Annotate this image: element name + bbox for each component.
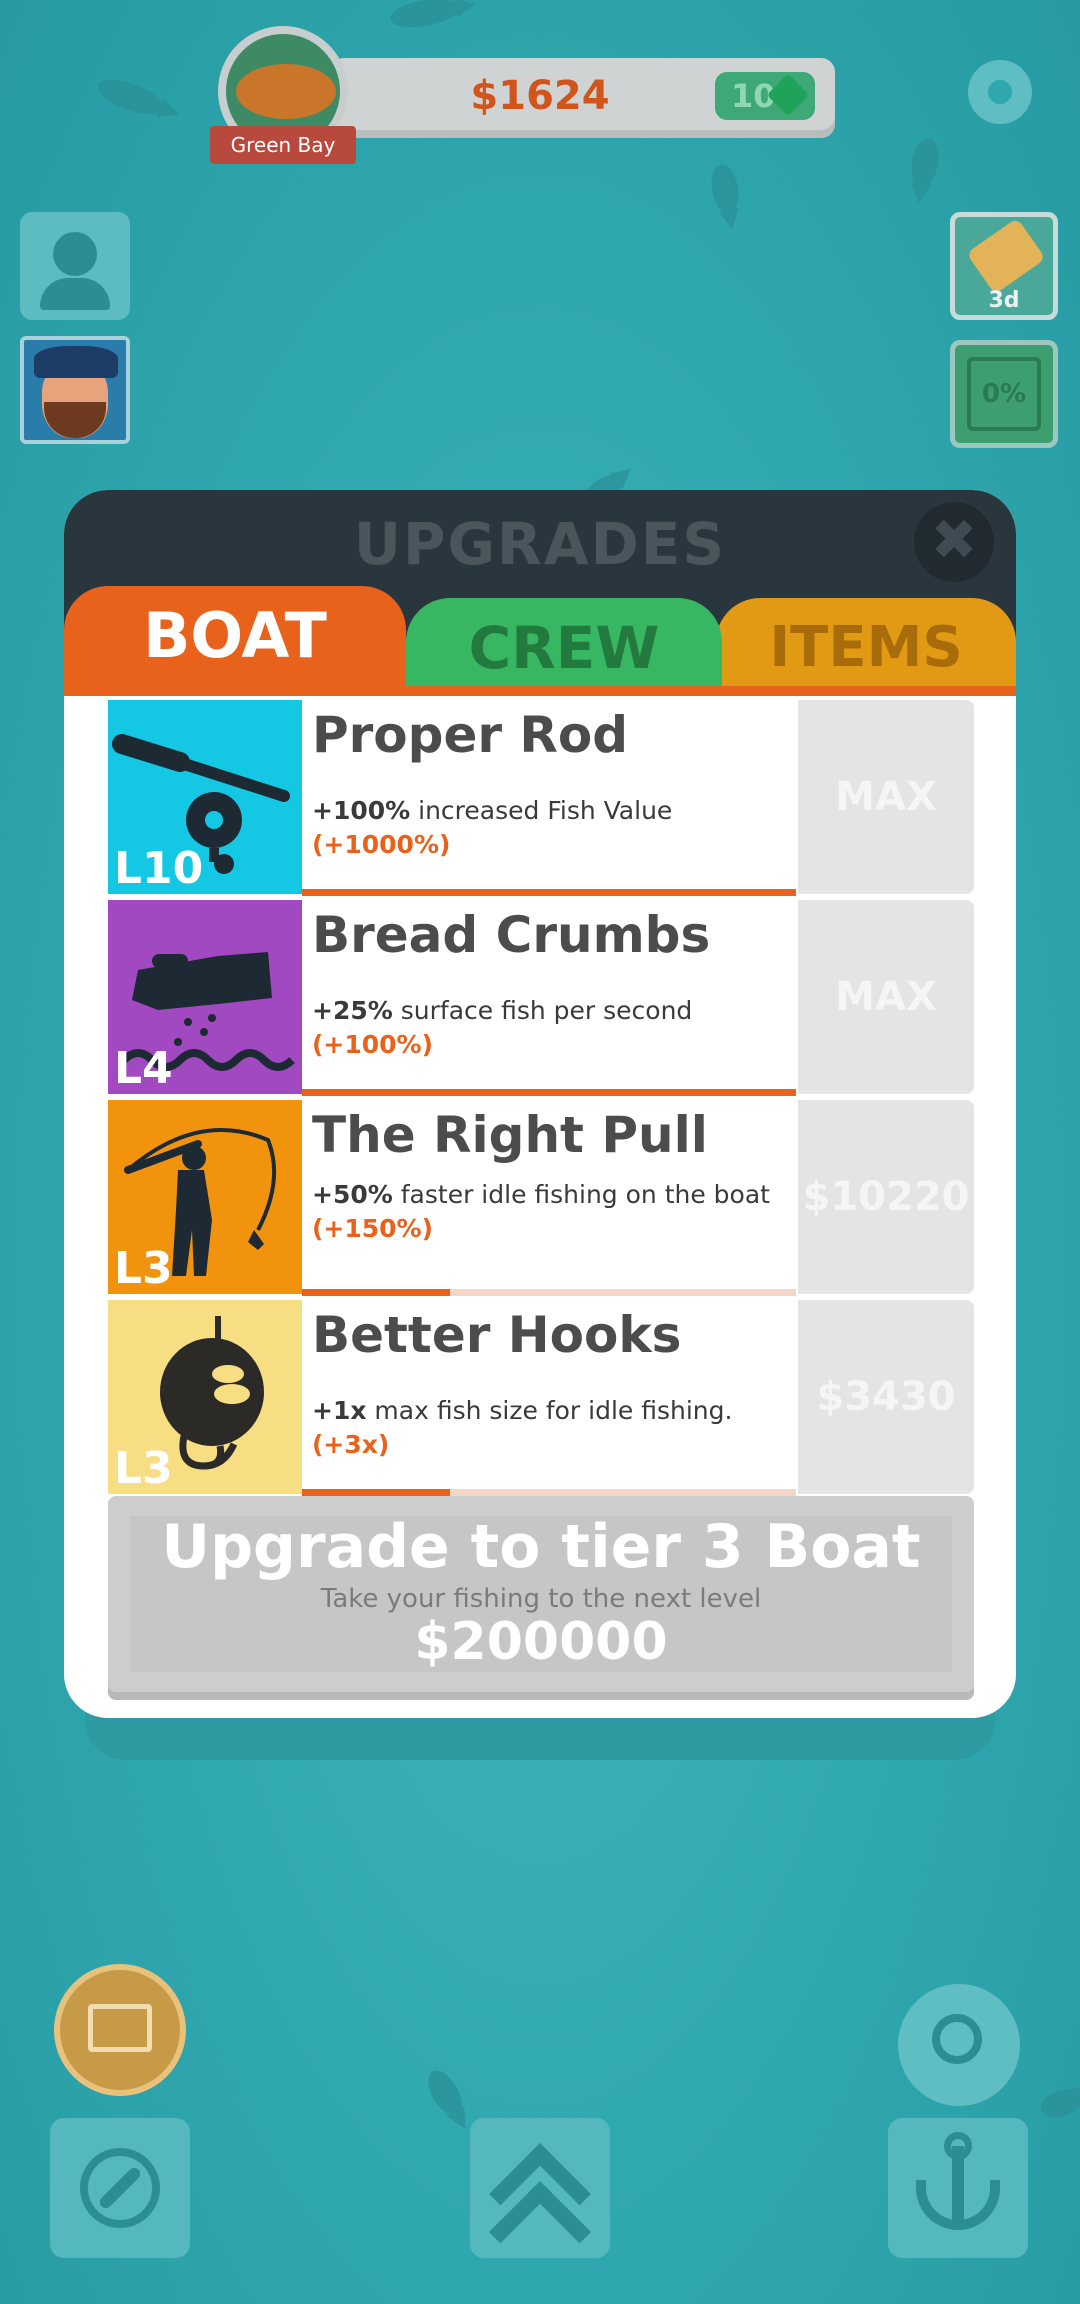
location-fish-icon [236, 64, 336, 119]
background-fish [707, 162, 743, 216]
anchor-curve [916, 2180, 1000, 2230]
upgrade-amount: +50% [312, 1180, 393, 1209]
upgrade-info: The Right Pull +50% faster idle fishing … [302, 1100, 796, 1296]
tab-underline [64, 686, 1016, 696]
upgrade-buy-button[interactable]: MAX [798, 900, 974, 1094]
tier-subtitle: Take your fishing to the next level [320, 1584, 762, 1614]
upgrade-name: Better Hooks [312, 1306, 682, 1364]
scroll-icon [966, 217, 1046, 295]
upgrade-level: L3 [114, 1243, 173, 1294]
captain-portrait-button[interactable] [20, 336, 130, 444]
treasure-map-button[interactable] [54, 1964, 186, 2096]
upgrade-bonus: (+100%) [312, 1030, 434, 1059]
achievements-button[interactable] [898, 1984, 1020, 2106]
close-button[interactable]: ✖ [914, 502, 994, 582]
upgrade-buy-button[interactable]: MAX [798, 700, 974, 894]
background-fish [388, 0, 462, 32]
panel-header: UPGRADES ✖ ITEMS CREW BOAT [64, 490, 1016, 696]
upgrade-row-proper-rod[interactable]: L10 Proper Rod +100% increased Fish Valu… [108, 700, 974, 896]
tab-items[interactable]: ITEMS [716, 598, 1016, 690]
upgrade-buy-button[interactable]: $10220 [798, 1100, 974, 1294]
background-fish [421, 2064, 469, 2122]
upgrade-desc-text: surface fish per second [400, 996, 693, 1025]
money-display: $1624 [470, 73, 610, 119]
fishing-rod-icon: L10 [108, 700, 302, 894]
hook-lure-icon: L3 [108, 1300, 302, 1494]
upgrade-progress-fill [302, 1489, 451, 1496]
upgrade-amount: +25% [312, 996, 393, 1025]
upgrade-description: +100% increased Fish Value (+1000%) [312, 794, 792, 862]
upgrade-desc-text: max fish size for idle fishing. [374, 1396, 733, 1425]
upgrade-description: +50% faster idle fishing on the boat (+1… [312, 1178, 792, 1246]
background-fish [1036, 2083, 1080, 2123]
background-fish [907, 136, 943, 190]
scroll-timer: 3d [988, 288, 1020, 313]
tab-boat[interactable]: BOAT [64, 586, 406, 690]
upgrade-info: Bread Crumbs +25% surface fish per secon… [302, 900, 796, 1096]
compass-button[interactable] [50, 2118, 190, 2258]
upgrade-bonus: (+150%) [312, 1214, 434, 1243]
captain-hat [34, 346, 118, 378]
crew-silhouette-icon [53, 232, 97, 276]
fisherman-icon: L3 [108, 1100, 302, 1294]
gem-counter[interactable]: 10 [715, 72, 815, 120]
upgrade-bonus: (+1000%) [312, 830, 451, 859]
upgrade-desc-text: faster idle fishing on the boat [400, 1180, 770, 1209]
upgrade-row-better-hooks[interactable]: L3 Better Hooks +1x max fish size for id… [108, 1300, 974, 1496]
upgrade-info: Better Hooks +1x max fish size for idle … [302, 1300, 796, 1496]
upgrade-name: The Right Pull [312, 1106, 708, 1164]
upgrade-progress-fill [302, 1289, 451, 1296]
upgrade-info: Proper Rod +100% increased Fish Value (+… [302, 700, 796, 896]
background-fish [93, 72, 169, 122]
laurel-badge-icon [932, 2014, 982, 2064]
upgrade-progress-track [302, 1089, 796, 1096]
upgrade-name: Proper Rod [312, 706, 629, 764]
upgrades-panel: UPGRADES ✖ ITEMS CREW BOAT L10 Proper Ro… [64, 490, 1016, 1718]
upgrade-name: Bread Crumbs [312, 906, 711, 964]
anchor-button[interactable] [888, 2118, 1028, 2258]
upgrade-level: L3 [114, 1443, 173, 1494]
upgrade-buy-button[interactable]: $3430 [798, 1300, 974, 1494]
upgrade-description: +1x max fish size for idle fishing. (+3x… [312, 1394, 792, 1462]
panel-title: UPGRADES [353, 510, 727, 578]
upgrade-level: L10 [114, 843, 204, 894]
upgrade-desc-text: increased Fish Value [418, 796, 673, 825]
map-icon [88, 2004, 152, 2052]
boost-button[interactable]: 0% [950, 340, 1058, 448]
boost-percent: 0% [967, 357, 1041, 431]
upgrade-bonus: (+3x) [312, 1430, 390, 1459]
tab-crew[interactable]: CREW [406, 598, 722, 690]
upgrade-row-right-pull[interactable]: L3 The Right Pull +50% faster idle fishi… [108, 1100, 974, 1296]
upgrade-tier-button[interactable]: Upgrade to tier 3 Boat Take your fishing… [108, 1496, 974, 1700]
crew-silhouette-body [40, 278, 110, 310]
upgrade-description: +25% surface fish per second (+100%) [312, 994, 792, 1062]
tier-price: $200000 [414, 1612, 668, 1672]
tier-title: Upgrade to tier 3 Boat [161, 1512, 921, 1582]
upgrades-button[interactable] [470, 2118, 610, 2283]
upgrade-level: L4 [114, 1043, 173, 1094]
upgrade-amount: +100% [312, 796, 411, 825]
upgrade-amount: +1x [312, 1396, 367, 1425]
upgrade-progress-track [302, 1489, 796, 1496]
scroll-offer-button[interactable]: 3d [950, 212, 1058, 320]
upgrade-progress-fill [302, 1089, 796, 1096]
location-name: Green Bay [210, 126, 356, 164]
upgrade-row-bread-crumbs[interactable]: L4 Bread Crumbs +25% surface fish per se… [108, 900, 974, 1096]
upgrade-progress-track [302, 889, 796, 896]
crew-slot-empty-button[interactable] [20, 212, 130, 320]
upgrade-progress-track [302, 1289, 796, 1296]
upgrade-progress-fill [302, 889, 796, 896]
hand-crumbs-icon: L4 [108, 900, 302, 1094]
settings-gear-icon[interactable] [968, 60, 1032, 124]
captain-beard [44, 402, 106, 438]
